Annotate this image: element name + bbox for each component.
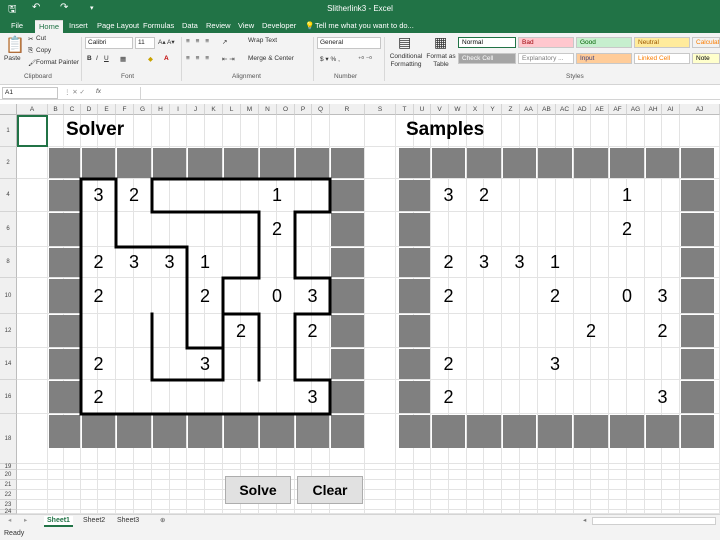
align-left-icons[interactable]: ≡ ≡ ≡	[186, 55, 211, 62]
lightbulb-icon: 💡	[305, 21, 315, 30]
paste-button[interactable]: Paste	[4, 55, 21, 62]
slitherlink-solution-path	[79, 177, 332, 416]
format-as-table-icon[interactable]: ▦	[434, 34, 447, 51]
cell-style-good[interactable]: Good	[576, 37, 632, 48]
borders-icon[interactable]: ▦	[120, 55, 126, 63]
solution-inner-path	[150, 312, 261, 382]
divider	[384, 37, 385, 81]
orientation-icon[interactable]: ↗	[222, 38, 227, 46]
fill-color-icon[interactable]: ◆	[148, 55, 153, 63]
bold-icon[interactable]: B	[87, 55, 92, 62]
number-format-select[interactable]: General	[317, 37, 381, 49]
add-sheet-icon[interactable]: ⊕	[160, 516, 165, 524]
title-bar: 🖫 ↶ ↷ ▾ Slitherlink3 - Excel	[0, 0, 720, 18]
sheet-tab-2[interactable]: Sheet2	[80, 516, 108, 527]
formula-input[interactable]	[140, 87, 718, 99]
cell-style-check-cell[interactable]: Check Cell	[458, 53, 516, 64]
tab-review[interactable]: Review	[206, 20, 231, 33]
align-top-icons[interactable]: ≡ ≡ ≡	[186, 38, 211, 45]
tab-file[interactable]: File	[11, 20, 23, 33]
decimal-icon[interactable]: ⁺⁰ ⁻⁰	[358, 55, 372, 63]
name-box[interactable]: A1	[2, 87, 58, 99]
conditional-formatting-icon[interactable]: ▤	[398, 34, 411, 51]
group-styles: Styles	[566, 73, 584, 80]
conditional-formatting-button[interactable]: Conditional Formatting	[387, 53, 425, 69]
group-clipboard: Clipboard	[24, 73, 52, 80]
tab-page-layout[interactable]: Page Layout	[97, 20, 139, 33]
scroll-left-icon[interactable]: ◂	[583, 516, 586, 524]
grow-font-icon[interactable]: A▴ A▾	[158, 38, 175, 46]
tab-insert[interactable]: Insert	[69, 20, 88, 33]
tab-view[interactable]: View	[238, 20, 254, 33]
divider	[313, 37, 314, 81]
cell-style-linked-cell[interactable]: Linked Cell	[634, 53, 690, 64]
formula-bar: A1 ⋮ ✕ ✓ fx	[0, 86, 720, 100]
italic-icon[interactable]: I	[96, 55, 98, 62]
font-color-icon[interactable]: A	[164, 55, 169, 62]
cell-style-input[interactable]: Input	[576, 53, 632, 64]
status-text: Ready	[4, 530, 25, 537]
ribbon-tabs: File Home Insert Page Layout Formulas Da…	[0, 18, 720, 33]
sheet-nav-next-icon[interactable]: ▸	[24, 516, 27, 524]
cell-style-explanatory[interactable]: Explanatory ...	[518, 53, 574, 64]
underline-icon[interactable]: U	[104, 55, 109, 62]
solve-button[interactable]: Solve	[225, 476, 291, 504]
indent-icon[interactable]: ⇤ ⇥	[222, 55, 235, 63]
wrap-text-button[interactable]: Wrap Text	[248, 37, 277, 44]
cell-style-note[interactable]: Note	[692, 53, 720, 64]
font-name-select[interactable]: Calibri	[85, 37, 133, 49]
sheet-tab-3[interactable]: Sheet3	[114, 516, 142, 527]
sheet-tab-1[interactable]: Sheet1	[44, 516, 73, 527]
cell-style-neutral[interactable]: Neutral	[634, 37, 690, 48]
cell-style-bad[interactable]: Bad	[518, 37, 574, 48]
cut-icon[interactable]: ✂	[28, 35, 33, 43]
cell-style-calculation[interactable]: Calculation	[692, 37, 720, 48]
fx-icon[interactable]: fx	[96, 88, 101, 95]
cut-button[interactable]: Cut	[36, 35, 46, 42]
copy-icon[interactable]: ⎘	[28, 47, 33, 55]
font-size-select[interactable]: 11	[135, 37, 155, 49]
merge-center-button[interactable]: Merge & Center	[248, 55, 294, 62]
copy-button[interactable]: Copy	[36, 47, 51, 54]
accounting-icon[interactable]: $ ▾ % ,	[320, 55, 340, 63]
clear-button[interactable]: Clear	[297, 476, 363, 504]
window-title: Slitherlink3 - Excel	[327, 4, 393, 13]
ribbon: 📋 Paste ✂ Cut ⎘ Copy 🖌 Format Painter Cl…	[0, 33, 720, 85]
divider	[81, 37, 82, 81]
format-painter-button[interactable]: Format Painter	[36, 59, 79, 66]
divider	[181, 37, 182, 81]
horizontal-scrollbar[interactable]	[592, 517, 716, 525]
tab-data[interactable]: Data	[182, 20, 198, 33]
worksheet-grid[interactable]: A B C D E F G H I J K L M N O P Q R S T U V W X Y Z AA AB AC AD AE AF AG…	[0, 104, 720, 515]
sheet-nav-prev-icon[interactable]: ◂	[8, 516, 11, 524]
format-as-table-button[interactable]: Format as Table	[425, 53, 457, 69]
tab-developer[interactable]: Developer	[262, 20, 296, 33]
tab-home[interactable]: Home	[35, 20, 64, 33]
formula-controls: ⋮ ✕ ✓	[64, 89, 86, 96]
group-font: Font	[121, 73, 135, 80]
tell-me-box[interactable]: Tell me what you want to do...	[315, 20, 414, 33]
paste-icon[interactable]: 📋	[5, 35, 25, 55]
tab-formulas[interactable]: Formulas	[143, 20, 174, 33]
group-number: Number	[334, 73, 358, 80]
cell-style-normal[interactable]: Normal	[458, 37, 516, 48]
status-bar: ◂ ▸ Sheet1 Sheet2 Sheet3 ⊕ ◂ Ready	[0, 514, 720, 540]
group-alignment: Alignment	[232, 73, 261, 80]
